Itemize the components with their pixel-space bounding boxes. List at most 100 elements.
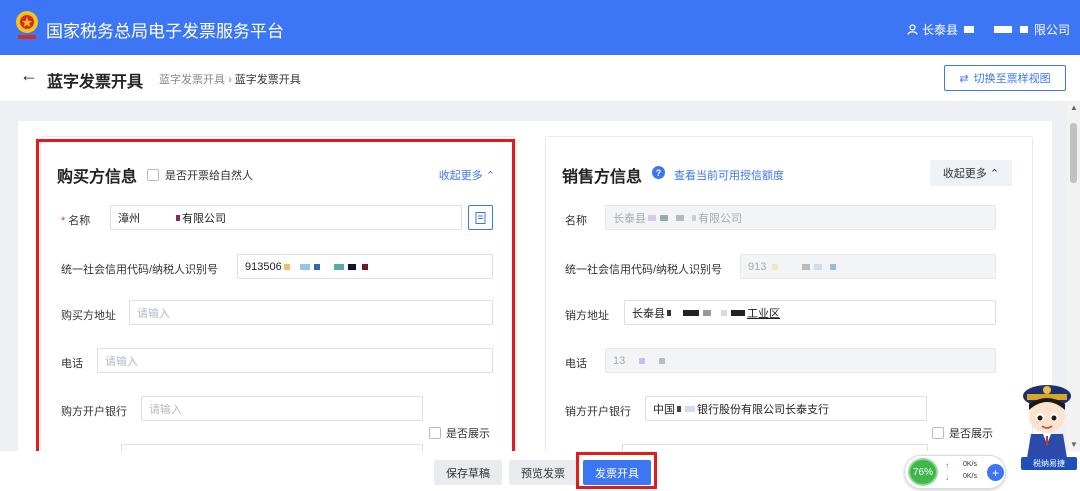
seller-bank-label: 销方开户银行 [565, 406, 631, 418]
buyer-name-input[interactable]: 漳州 有限公司 [110, 205, 462, 230]
buyer-bank-input[interactable]: 请输入 [141, 396, 423, 421]
redaction [361, 263, 368, 270]
download-speed: 0K/s [963, 473, 978, 480]
buyer-taxid-input[interactable]: 913506 [237, 254, 493, 279]
save-draft-button[interactable]: 保存草稿 [434, 460, 502, 485]
redaction [313, 263, 320, 270]
app-title: 国家税务总局电子发票服务平台 [46, 22, 284, 41]
seller-show-checkbox[interactable] [932, 427, 944, 439]
seller-bank-input[interactable]: 中国 银行股份有限公司长泰支行 [645, 396, 927, 421]
mascot-label: 税纳易捷 [1021, 457, 1077, 470]
download-arrow-icon: ↓ [945, 473, 949, 482]
back-arrow-icon[interactable]: ← [20, 65, 38, 86]
buyer-phone-label: 电话 [61, 358, 83, 370]
seller-taxid-input: 913 [740, 254, 996, 279]
top-bar: 国家税务总局电子发票服务平台 长泰县 限公司 [0, 0, 1080, 55]
redaction [1019, 26, 1028, 33]
redaction [721, 309, 727, 316]
seller-card: 销售方信息 ? 查看当前可用授信额度 收起更多 ⌃ 名称 长泰县 有限公司 统一… [545, 136, 1033, 451]
user-company-prefix: 长泰县 [921, 23, 958, 37]
page-title: 蓝字发票开具 [47, 74, 144, 91]
redaction [772, 263, 779, 270]
redaction [814, 263, 823, 270]
redaction [660, 214, 668, 221]
redaction [676, 214, 684, 221]
buyer-show-label: 是否展示 [446, 428, 490, 440]
buyer-address-input[interactable]: 请输入 [129, 300, 493, 325]
network-monitor-widget[interactable]: 76% ↑ ↓ 0K/s 0K/s + [904, 455, 1006, 489]
redaction [659, 357, 666, 364]
buyer-show-toggle[interactable]: 是否展示 [429, 425, 490, 441]
annotation-highlight [576, 452, 657, 489]
redaction [683, 309, 699, 316]
redaction [667, 309, 671, 316]
buyer-collapse-link[interactable]: 收起更多 ⌃ [439, 167, 495, 183]
redaction [963, 26, 974, 33]
plus-icon[interactable]: + [987, 464, 1004, 481]
buyer-contacts-button[interactable] [468, 205, 493, 230]
user-company-suffix: 限公司 [1033, 23, 1070, 37]
seller-name-suffix: 有限公司 [698, 212, 742, 225]
redaction [639, 357, 646, 364]
buyer-name-suffix: 有限公司 [182, 212, 226, 225]
redaction [677, 405, 681, 412]
help-icon[interactable]: ? [652, 166, 665, 179]
breadcrumb-separator-icon: › [228, 74, 235, 86]
redaction [802, 263, 811, 270]
natural-person-toggle[interactable]: 是否开票给自然人 [147, 167, 253, 183]
buyer-phone-input[interactable]: 请输入 [97, 348, 493, 373]
chevron-up-icon: ⌃ [986, 167, 1000, 180]
seller-name-prefix: 长泰县 [613, 212, 646, 225]
seller-title: 销售方信息 [562, 169, 643, 186]
seller-address-input[interactable]: 长泰县 工业区 [624, 300, 996, 325]
chevron-up-icon: ⌃ [485, 170, 495, 182]
redaction [299, 263, 310, 270]
user-menu[interactable]: 长泰县 限公司 [907, 21, 1070, 38]
user-icon [907, 24, 918, 35]
redaction [703, 309, 711, 316]
seller-collapse-label: 收起更多 [942, 168, 987, 180]
breadcrumb: 蓝字发票开具 › 蓝字发票开具 [159, 71, 301, 87]
redaction [333, 263, 344, 270]
redaction [830, 263, 837, 270]
seller-collapse-button[interactable]: 收起更多 ⌃ [930, 160, 1012, 186]
breadcrumb-item[interactable]: 蓝字发票开具 [159, 74, 225, 86]
buyer-title: 购买方信息 [57, 169, 138, 186]
buyer-bank-label: 购方开户银行 [61, 406, 127, 418]
preview-invoice-button[interactable]: 预览发票 [509, 460, 577, 485]
quota-link[interactable]: 查看当前可用授信额度 [674, 167, 784, 183]
buyer-name-prefix: 漳州 [118, 212, 140, 225]
address-book-icon [475, 211, 486, 224]
redaction [685, 405, 695, 412]
seller-bank-prefix: 中国 [653, 403, 675, 416]
natural-person-checkbox[interactable] [147, 169, 159, 181]
scroll-up-icon[interactable]: ▲ [1070, 103, 1078, 112]
scrollbar-thumb[interactable] [1070, 123, 1077, 183]
buyer-account-input[interactable] [121, 444, 423, 451]
redaction [648, 214, 656, 221]
redaction [283, 263, 290, 270]
seller-address-label: 销方地址 [565, 310, 609, 322]
buyer-taxid-value: 913506 [245, 260, 282, 273]
seller-name-label: 名称 [565, 215, 587, 227]
switch-view-button[interactable]: ⇄ 切换至票样视图 [944, 65, 1066, 91]
redaction [176, 214, 180, 221]
buyer-show-checkbox[interactable] [429, 427, 441, 439]
seller-show-label: 是否展示 [949, 428, 993, 440]
redaction [347, 263, 356, 270]
breadcrumb-current: 蓝字发票开具 [234, 74, 301, 86]
redaction [993, 26, 1012, 33]
buyer-card: 购买方信息 是否开票给自然人 收起更多 ⌃ * 名称 漳州 有限公司 统一社会信用… [40, 136, 516, 451]
redaction [692, 214, 696, 221]
upload-speed: 0K/s [963, 461, 978, 468]
seller-taxid-label: 统一社会信用代码/纳税人识别号 [565, 264, 723, 276]
seller-show-toggle[interactable]: 是否展示 [932, 425, 993, 441]
redaction [142, 214, 172, 221]
upload-arrow-icon: ↑ [945, 461, 949, 470]
seller-bank-suffix: 银行股份有限公司长泰支行 [697, 403, 829, 416]
natural-person-label: 是否开票给自然人 [165, 170, 253, 182]
tax-emblem-icon [16, 11, 38, 39]
seller-account-input[interactable] [622, 444, 928, 451]
page-header: ← 蓝字发票开具 蓝字发票开具 › 蓝字发票开具 ⇄ 切换至票样视图 [0, 55, 1080, 101]
buyer-collapse-label: 收起更多 [438, 170, 483, 182]
